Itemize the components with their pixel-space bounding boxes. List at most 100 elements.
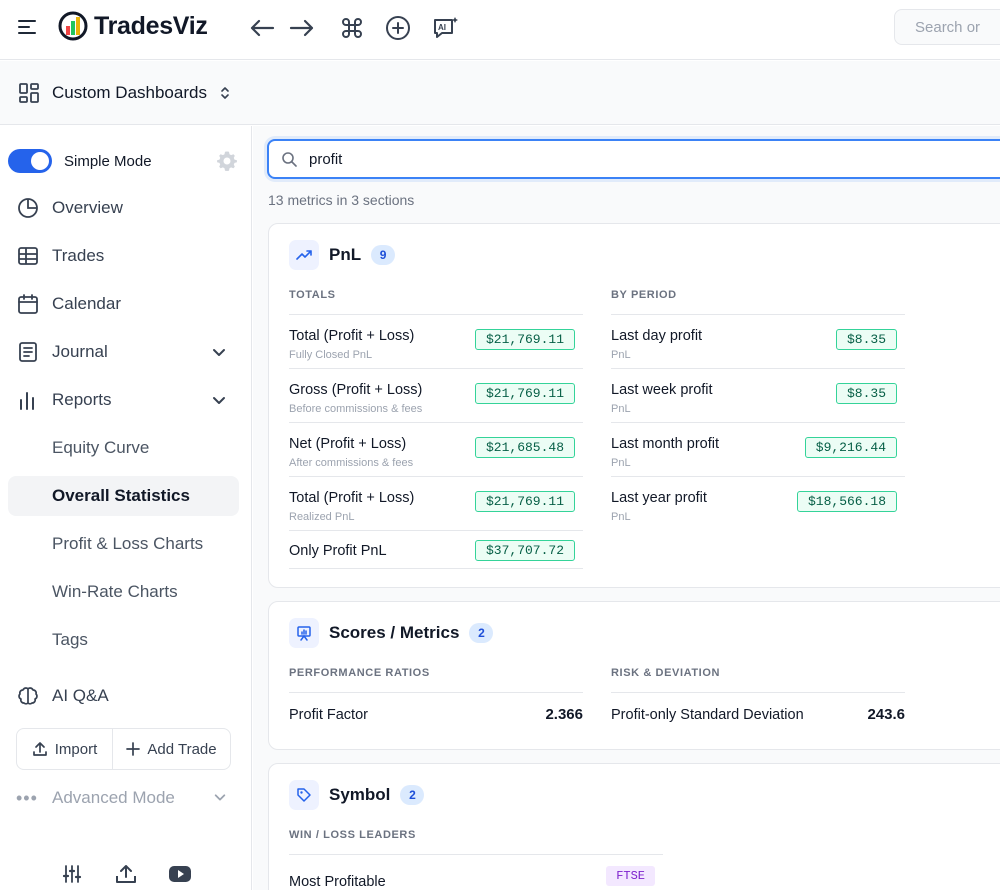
add-trade-button[interactable]: Add Trade xyxy=(113,729,230,769)
back-arrow-icon[interactable] xyxy=(248,14,276,42)
sidebar-item-label: Overview xyxy=(52,198,123,217)
metric-value: $8.35 xyxy=(835,383,897,404)
ai-chat-icon[interactable]: AI xyxy=(432,14,460,42)
simple-mode-row: Simple Mode xyxy=(8,148,240,174)
metric-search-input[interactable] xyxy=(309,150,909,168)
symbol-tag[interactable]: FTSE xyxy=(606,866,655,886)
forward-arrow-icon[interactable] xyxy=(288,14,316,42)
metric-row[interactable]: Profit-only Standard Deviation 243.6 xyxy=(611,693,905,739)
simple-mode-toggle[interactable] xyxy=(8,149,52,173)
metric-value: $9,216.44 xyxy=(804,437,897,458)
sidebar-subitem-profit-loss-charts[interactable]: Profit & Loss Charts xyxy=(8,524,239,564)
metric-label: Last day profit xyxy=(611,328,703,344)
top-bar: TradesViz AI xyxy=(0,0,1000,60)
sidebar-item-label: Calendar xyxy=(52,294,121,313)
section-title: PnL xyxy=(329,245,362,264)
metric-value: $37,707.72 xyxy=(474,540,575,561)
sidebar-item-label: Journal xyxy=(52,342,108,361)
more-dots-icon: ••• xyxy=(16,787,38,808)
metric-value: $21,769.11 xyxy=(474,329,575,350)
metric-row[interactable]: Total (Profit + Loss) Realized PnL $21,769… xyxy=(289,477,583,531)
svg-text:AI: AI xyxy=(438,23,446,32)
sidebar-subitem-tags[interactable]: Tags xyxy=(8,620,239,660)
symbol-section: Symbol 2 WIN / LOSS LEADERS Most Profita… xyxy=(268,763,1000,890)
metric-row[interactable]: Only Profit PnL $37,707.72 xyxy=(289,531,583,569)
brain-icon xyxy=(16,684,40,708)
metric-sublabel: PnL xyxy=(611,349,631,361)
trending-up-icon xyxy=(289,240,319,270)
chevron-down-icon xyxy=(213,397,225,404)
tag-icon xyxy=(289,780,319,810)
risk-deviation-column: RISK & DEVIATION Profit-only Standard De… xyxy=(611,664,905,739)
command-icon[interactable] xyxy=(338,14,366,42)
metric-label: Last year profit xyxy=(611,490,707,506)
advanced-mode-toggle[interactable]: ••• Advanced Mode xyxy=(16,786,231,810)
metric-row[interactable]: Last month profit PnL $9,216.44 xyxy=(611,423,905,477)
sidebar-item-journal[interactable]: Journal xyxy=(8,332,239,372)
metric-value: $21,769.11 xyxy=(474,383,575,404)
column-header: PERFORMANCE RATIOS xyxy=(289,664,583,693)
add-circle-icon[interactable] xyxy=(384,14,412,42)
sidebar-item-ai-qa[interactable]: AI Q&A xyxy=(8,676,239,716)
metric-row[interactable]: Profit Factor 2.366 xyxy=(289,693,583,739)
upload-icon[interactable] xyxy=(114,862,138,886)
app-logo[interactable]: TradesViz xyxy=(58,11,208,41)
app-name: TradesViz xyxy=(94,11,208,40)
global-search[interactable] xyxy=(894,9,1000,45)
column-header: TOTALS xyxy=(289,286,583,315)
youtube-icon[interactable] xyxy=(168,862,192,886)
sidebar-subitem-equity-curve[interactable]: Equity Curve xyxy=(8,428,239,468)
presentation-chart-icon xyxy=(289,618,319,648)
menu-icon[interactable] xyxy=(18,18,38,36)
sidebar-subitem-overall-statistics[interactable]: Overall Statistics xyxy=(8,476,239,516)
dashboard-selector[interactable]: Custom Dashboards xyxy=(0,61,1000,125)
import-button[interactable]: Import xyxy=(17,729,113,769)
chevron-down-icon xyxy=(213,349,225,356)
import-add-group: Import Add Trade xyxy=(16,728,231,770)
metric-value: 243.6 xyxy=(867,706,905,723)
metric-sublabel: After commissions & fees xyxy=(289,457,414,469)
journal-icon xyxy=(16,340,40,364)
metric-row[interactable]: Net (Profit + Loss) After commissions & f… xyxy=(289,423,583,477)
sidebar-item-calendar[interactable]: Calendar xyxy=(8,284,239,324)
results-summary: 13 metrics in 3 sections xyxy=(268,192,415,208)
metric-sublabel: PnL xyxy=(611,511,631,523)
chevron-updown-icon xyxy=(221,86,229,99)
metric-row[interactable]: Most Profitable FTSE xyxy=(289,855,663,890)
column-header: RISK & DEVIATION xyxy=(611,664,905,693)
sidebar-item-trades[interactable]: Trades xyxy=(8,236,239,276)
metric-search[interactable] xyxy=(267,139,1000,179)
pnl-section: PnL 9 TOTALS Total (Profit + Loss) Fully … xyxy=(268,223,1000,588)
metric-sublabel: PnL xyxy=(611,457,631,469)
metric-value: $18,566.18 xyxy=(796,491,897,512)
metric-label: Net (Profit + Loss) xyxy=(289,436,407,452)
sidebar-item-reports[interactable]: Reports xyxy=(8,380,239,420)
plus-icon xyxy=(126,742,141,756)
column-header: WIN / LOSS LEADERS xyxy=(289,826,663,855)
add-trade-label: Add Trade xyxy=(147,740,217,758)
pie-chart-icon xyxy=(16,196,40,220)
sidebar-subitem-win-rate-charts[interactable]: Win-Rate Charts xyxy=(8,572,239,612)
section-title: Scores / Metrics xyxy=(329,623,460,642)
main-content: 13 metrics in 3 sections PnL 9 TOTALS To… xyxy=(253,126,1000,890)
metric-value: $21,769.11 xyxy=(474,491,575,512)
gear-icon[interactable] xyxy=(216,150,238,172)
dashboard-label: Custom Dashboards xyxy=(52,82,207,102)
sidebar-item-overview[interactable]: Overview xyxy=(8,188,239,228)
metric-label: Only Profit PnL xyxy=(289,543,387,559)
metric-row[interactable]: Last week profit PnL $8.35 xyxy=(611,369,905,423)
section-count-badge: 9 xyxy=(371,245,396,265)
metric-row[interactable]: Last year profit PnL $18,566.18 xyxy=(611,477,905,531)
calendar-icon xyxy=(16,292,40,316)
sidebar-bottom-icons xyxy=(60,862,192,886)
metric-label: Most Profitable xyxy=(289,874,386,890)
metric-label: Total (Profit + Loss) xyxy=(289,328,415,344)
metric-label: Gross (Profit + Loss) xyxy=(289,382,423,398)
metric-row[interactable]: Last day profit PnL $8.35 xyxy=(611,315,905,369)
metric-row[interactable]: Total (Profit + Loss) Fully Closed PnL $21… xyxy=(289,315,583,369)
sidebar-item-label: AI Q&A xyxy=(52,686,109,705)
metric-row[interactable]: Gross (Profit + Loss) Before commissions … xyxy=(289,369,583,423)
metric-label: Total (Profit + Loss) xyxy=(289,490,415,506)
sliders-icon[interactable] xyxy=(60,862,84,886)
global-search-input[interactable] xyxy=(915,18,1000,36)
